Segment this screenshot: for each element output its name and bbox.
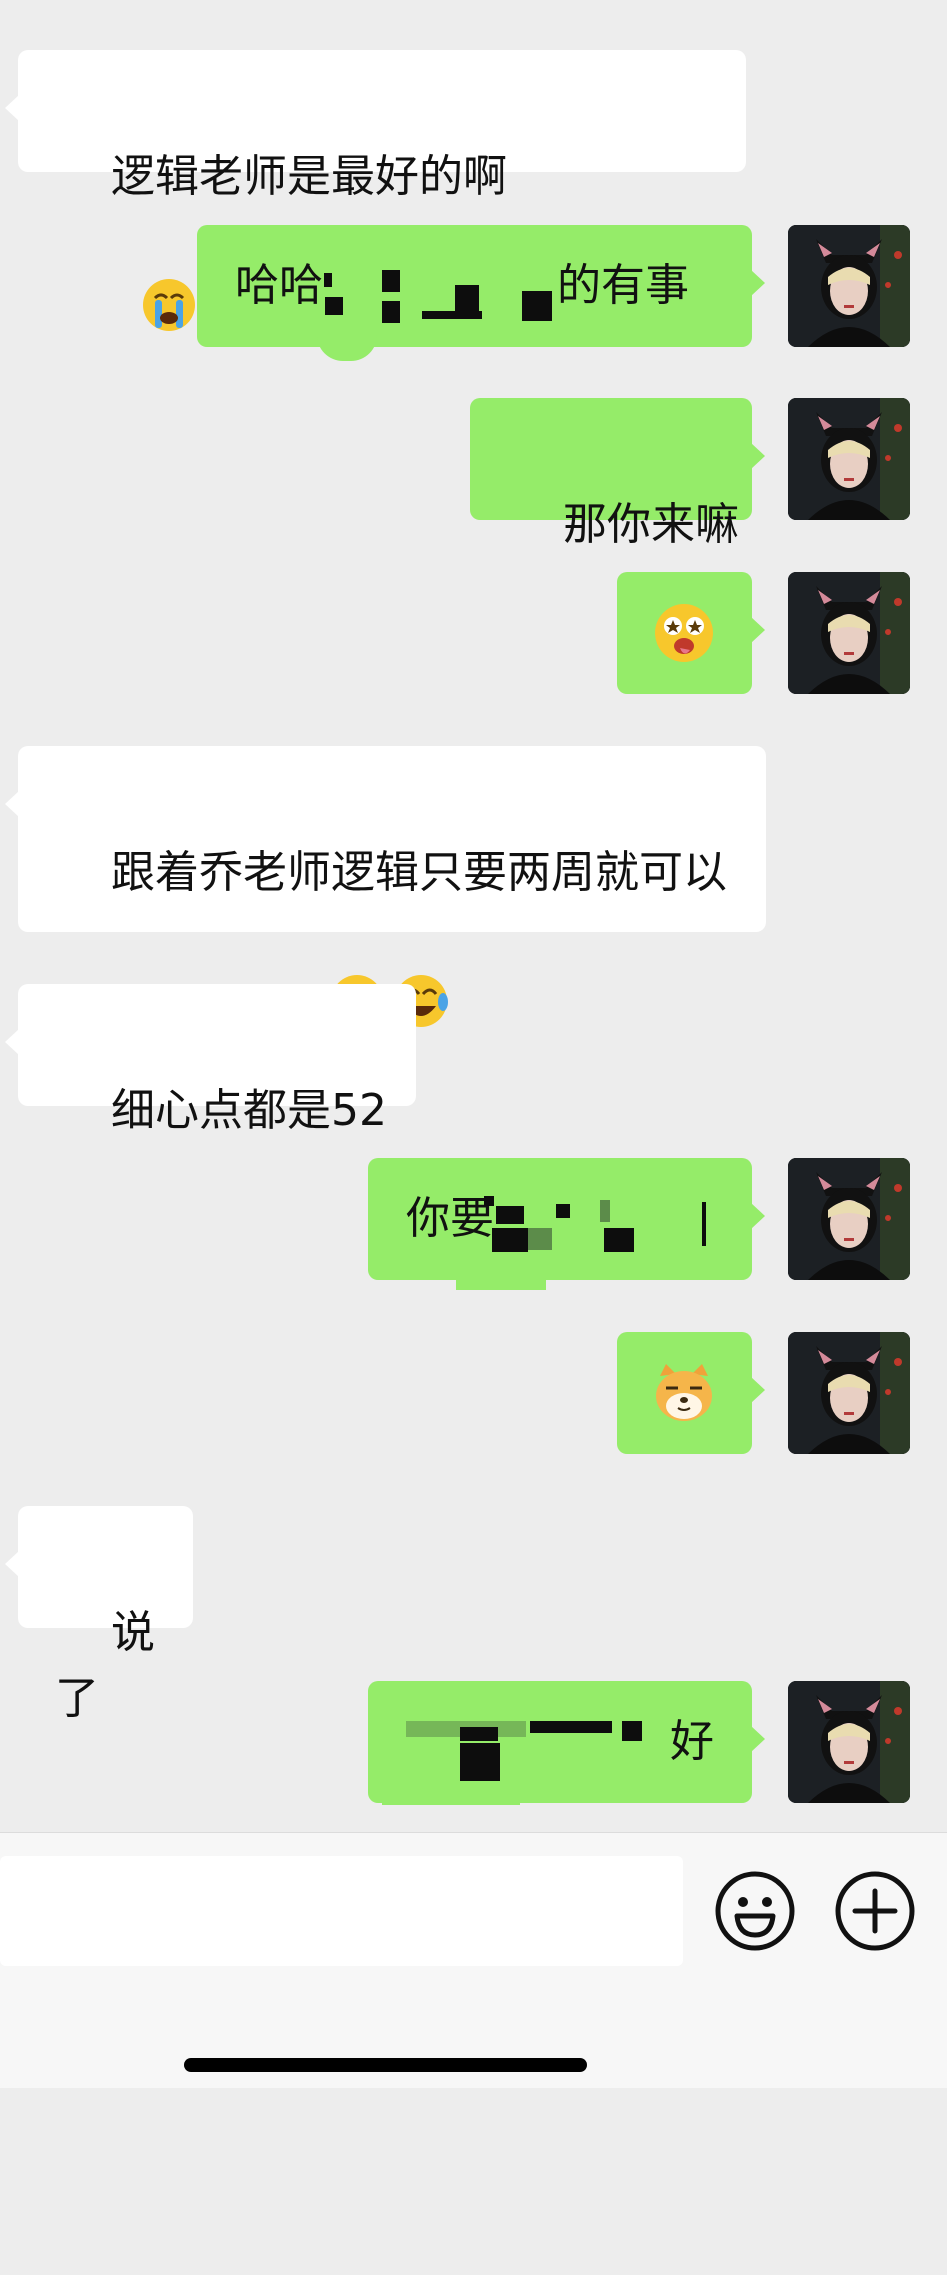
redaction-block: [522, 291, 552, 321]
home-indicator[interactable]: [184, 2058, 587, 2072]
message-text-end: 好: [670, 1716, 714, 1767]
message-text: 说了: [55, 1607, 155, 1724]
redaction-block: [455, 285, 479, 315]
redaction-block: [604, 1228, 634, 1252]
avatar-self[interactable]: [788, 1158, 910, 1280]
redaction-block: [600, 1200, 610, 1222]
doge-cat-emoji-icon: [656, 1364, 712, 1421]
message-bubble-incoming[interactable]: 逻辑老师是最好的啊: [5, 50, 746, 331]
redaction-block: [382, 301, 400, 323]
redaction-block: [484, 1196, 494, 1206]
bubble-tail-smudge: [317, 335, 377, 361]
message-bubble-outgoing[interactable]: 好: [368, 1681, 765, 1805]
plus-circle-icon[interactable]: [833, 1869, 917, 1953]
chat-area: 逻辑老师是最好的啊 哈哈 的有事 那你来嘛 跟着乔老师逻辑只要两周就可以 细心点…: [0, 0, 947, 1832]
message-bubble-incoming[interactable]: 跟着乔老师逻辑只要两周就可以46分以上: [5, 746, 766, 1097]
message-text: 逻辑老师是最好的啊: [110, 151, 507, 202]
redaction-block: [324, 273, 332, 287]
bubble-tail-smudge: [456, 1268, 546, 1290]
avatar-self[interactable]: [788, 572, 910, 694]
input-bar: [0, 1832, 947, 2088]
redaction-block: [325, 297, 343, 315]
star-struck-emoji-icon: [655, 604, 713, 662]
redaction-block: [492, 1228, 528, 1252]
redaction-block: [622, 1721, 642, 1741]
message-bubble-outgoing[interactable]: 那你来嘛: [470, 398, 765, 550]
message-bubble-outgoing[interactable]: 哈哈 的有事: [197, 225, 765, 361]
message-bubble-incoming[interactable]: 说了: [5, 1506, 193, 1724]
redaction-block: [460, 1743, 500, 1781]
message-input[interactable]: [0, 1856, 683, 1966]
message-text: 那你来嘛: [562, 499, 739, 550]
avatar-self[interactable]: [788, 1681, 910, 1803]
avatar-self[interactable]: [788, 225, 910, 347]
message-text-start: 哈哈: [235, 260, 323, 311]
message-text-end: 的有事: [557, 260, 689, 311]
redaction-block: [382, 270, 400, 292]
bubble-tail-smudge: [382, 1791, 520, 1805]
message-bubble-incoming[interactable]: 细心点都是52: [5, 984, 416, 1136]
redaction-block: [530, 1721, 612, 1733]
avatar-self[interactable]: [788, 398, 910, 520]
message-bubble-outgoing[interactable]: 你要: [368, 1158, 765, 1290]
redaction-block: [460, 1727, 498, 1741]
message-text-start: 你要: [406, 1193, 494, 1244]
redaction-block: [496, 1206, 524, 1224]
smiley-face-icon[interactable]: [713, 1869, 797, 1953]
message-bubble-outgoing[interactable]: [617, 1332, 765, 1454]
redaction-block: [556, 1204, 570, 1218]
message-bubble-outgoing[interactable]: [617, 572, 765, 694]
avatar-self[interactable]: [788, 1332, 910, 1454]
redaction-block: [528, 1228, 552, 1250]
redaction-block: [702, 1202, 706, 1246]
message-text: 细心点都是52: [110, 1085, 387, 1136]
